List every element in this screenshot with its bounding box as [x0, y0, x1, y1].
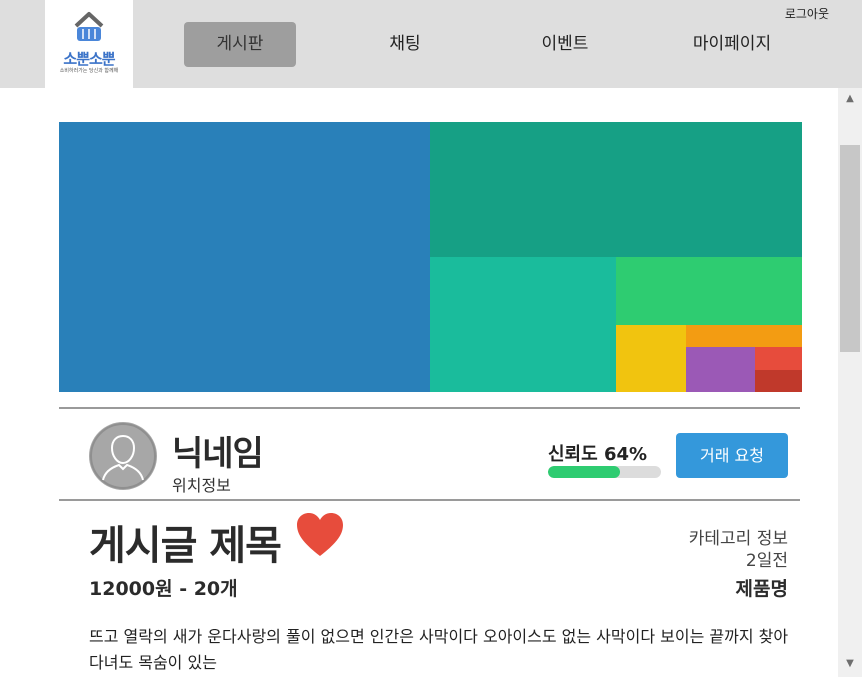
- divider-middle: [59, 499, 800, 501]
- hero-image: [59, 122, 802, 392]
- hero-tile-7: [686, 347, 755, 392]
- hero-tile-3: [430, 257, 616, 392]
- nav-event[interactable]: 이벤트: [509, 22, 621, 67]
- posted-time: 2일전: [745, 551, 788, 571]
- post-title: 게시글 제목: [89, 523, 282, 569]
- scroll-down-arrow-icon[interactable]: ▼: [838, 655, 862, 673]
- avatar[interactable]: [89, 422, 157, 490]
- divider-top: [59, 407, 800, 409]
- nav-chat[interactable]: 채팅: [349, 22, 461, 67]
- trade-request-button[interactable]: 거래 요청: [676, 433, 788, 478]
- scrollbar-thumb[interactable]: [840, 145, 860, 352]
- hero-tile-5: [616, 325, 686, 392]
- heart-icon[interactable]: [296, 512, 344, 558]
- price-quantity: 12000원 - 20개: [89, 578, 238, 600]
- hero-tile-8: [755, 347, 802, 370]
- hero-tile-2: [430, 122, 802, 257]
- hero-tile-6: [686, 325, 802, 347]
- hero-tile-1: [59, 122, 430, 392]
- seller-nickname: 닉네임: [172, 434, 264, 474]
- scroll-up-arrow-icon[interactable]: ▲: [838, 90, 862, 108]
- nav-mypage[interactable]: 마이페이지: [672, 22, 792, 67]
- hero-tile-9: [755, 370, 802, 392]
- hero-tile-4: [616, 257, 802, 325]
- nav-board[interactable]: 게시판: [184, 22, 296, 67]
- trust-score-label: 신뢰도 64%: [548, 444, 648, 465]
- seller-location: 위치정보: [172, 476, 231, 495]
- user-silhouette-icon: [90, 423, 156, 489]
- post-detail-content: 닉네임 위치정보 신뢰도 64% 거래 요청 게시글 제목 12000원 - 2…: [0, 88, 838, 677]
- product-name: 제품명: [735, 578, 788, 600]
- logo-title: 소뿐소뿐: [63, 50, 115, 68]
- trust-score-bar: [548, 466, 661, 478]
- basket-house-icon: [74, 12, 104, 41]
- logo-tagline: 소비하러가는 당신과 함께해: [59, 68, 119, 74]
- trust-score-fill: [548, 466, 621, 478]
- top-navigation-bar: 소뿐소뿐 소비하러가는 당신과 함께해 게시판 채팅 이벤트 마이페이지 로그아…: [0, 0, 862, 88]
- logo[interactable]: 소뿐소뿐 소비하러가는 당신과 함께해: [45, 0, 133, 88]
- logout-link[interactable]: 로그아웃: [785, 5, 829, 22]
- scrollbar[interactable]: ▲ ▼: [838, 88, 862, 677]
- post-body: 뜨고 열락의 새가 운다사랑의 풀이 없으면 인간은 사막이다 오아이스도 없는…: [89, 627, 789, 672]
